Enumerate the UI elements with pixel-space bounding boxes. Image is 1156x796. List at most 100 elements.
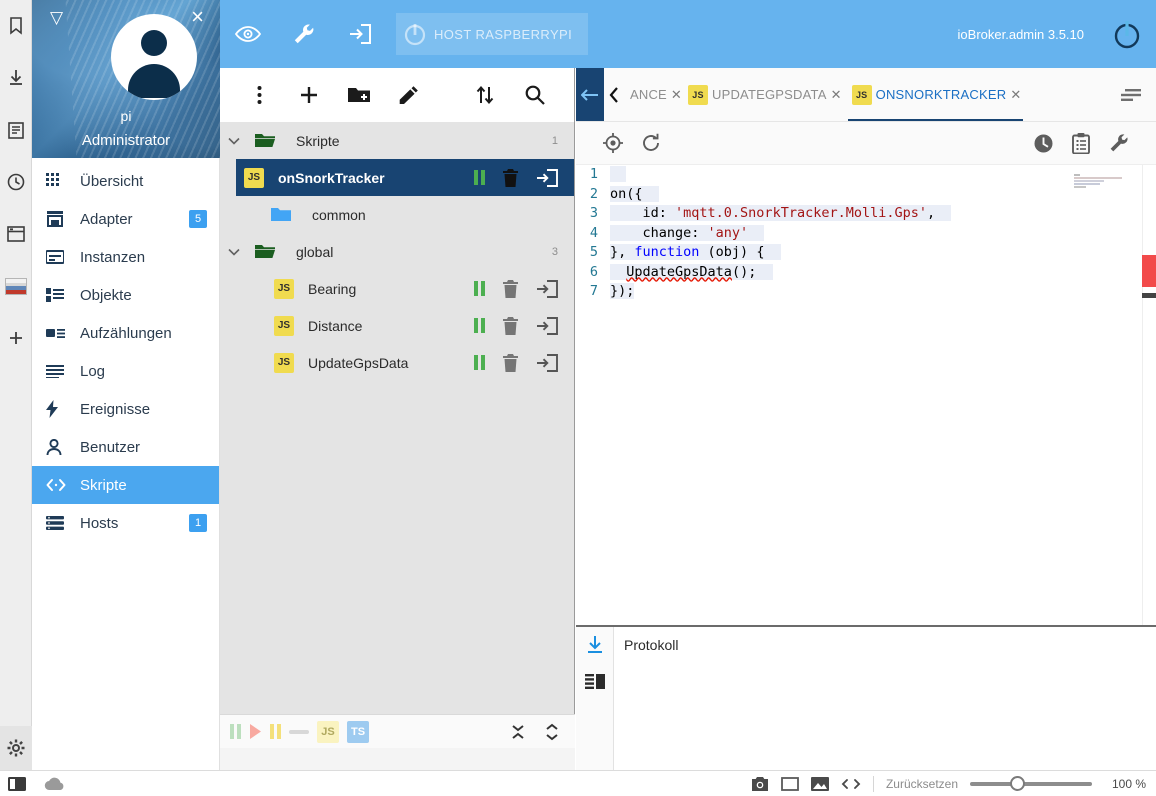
sidebar-item-log[interactable]: Log (32, 352, 219, 390)
more-vert-icon[interactable] (234, 68, 284, 122)
line-number: 2 (589, 185, 598, 202)
code-line: 7 }); (576, 282, 1156, 302)
history-icon[interactable] (0, 156, 32, 208)
expand-collapse-icon[interactable] (460, 68, 510, 122)
js-filter-chip[interactable]: JS (317, 720, 339, 743)
zoom-slider[interactable] (970, 776, 1092, 791)
tree-folder-common[interactable]: common (220, 196, 574, 233)
tree-row-onsnorktracker[interactable]: JS onSnorkTracker (236, 159, 574, 196)
tree-folder-global[interactable]: global 3 (220, 233, 574, 270)
tree-folder-count: 1 (551, 134, 558, 147)
add-icon[interactable] (0, 312, 32, 364)
source-code-icon[interactable] (841, 778, 861, 790)
line-number: 5 (589, 244, 598, 260)
play-icon[interactable] (249, 724, 262, 739)
reload-icon[interactable] (632, 122, 670, 164)
pause-icon[interactable] (270, 724, 281, 739)
pause-icon[interactable] (474, 355, 485, 370)
scrollbar-thumb[interactable] (1142, 293, 1156, 298)
wrench-icon[interactable] (276, 0, 332, 68)
tab-updategpsdata[interactable]: JS UPDATEGPSDATA ✕ (682, 68, 846, 121)
download-icon[interactable] (0, 52, 32, 104)
locate-target-icon[interactable] (594, 122, 632, 164)
logout-icon[interactable] (332, 0, 388, 68)
delete-icon[interactable] (503, 316, 518, 335)
image-icon[interactable] (810, 776, 829, 791)
tree-row-updategpsdata[interactable]: JS UpdateGpsData (220, 344, 574, 381)
eye-icon[interactable] (220, 0, 276, 68)
window-icon[interactable] (0, 208, 32, 260)
delete-icon[interactable] (503, 168, 518, 187)
power-icon[interactable] (1098, 0, 1156, 68)
tab-onsnorktracker[interactable]: JS ONSNORKTRACKER ✕ (846, 68, 1026, 121)
export-icon[interactable] (536, 168, 558, 187)
cloud-icon[interactable] (44, 777, 66, 791)
export-icon[interactable] (536, 279, 558, 298)
expand-all-icon[interactable] (539, 715, 565, 749)
pause-icon[interactable] (474, 170, 485, 185)
chevron-left-icon[interactable] (604, 68, 624, 121)
editor-scrollbar[interactable] (1142, 165, 1156, 629)
tab-distance[interactable]: ANCE ✕ (624, 68, 682, 121)
download-icon[interactable] (586, 635, 604, 660)
tree-script-label: onSnorkTracker (278, 169, 385, 186)
tree-row-bearing[interactable]: JS Bearing (220, 270, 574, 307)
profile-header: ▽ × pi Administrator (32, 0, 220, 158)
host-button[interactable]: HOST RASPBERRYPI (396, 13, 589, 55)
scripts-tree-panel: Skripte 1 JS onSnorkTracker common globa… (220, 68, 575, 770)
clock-icon[interactable] (1024, 122, 1062, 164)
tree-folder-label: global (296, 243, 334, 260)
tree-folder-label: Skripte (296, 132, 340, 149)
pause-icon[interactable] (474, 318, 485, 333)
tab-list-icon[interactable] (1106, 68, 1156, 121)
export-icon[interactable] (536, 316, 558, 335)
sidebar-item-label: Übersicht (80, 172, 144, 190)
sidebar-item-uebersicht[interactable]: Übersicht (32, 162, 219, 200)
close-icon[interactable]: ✕ (671, 87, 682, 103)
delete-icon[interactable] (503, 279, 518, 298)
close-icon[interactable]: ✕ (1010, 87, 1021, 103)
sidebar-item-aufzaehlungen[interactable]: Aufzählungen (32, 314, 219, 352)
export-icon[interactable] (536, 353, 558, 372)
reset-zoom-button[interactable]: Zurücksetzen (886, 777, 958, 791)
wrench-icon[interactable] (1100, 122, 1138, 164)
clipboard-icon[interactable] (1062, 122, 1100, 164)
chevron-down-icon[interactable] (220, 248, 248, 256)
debug-icon[interactable] (289, 727, 309, 737)
admin-sidebar: ▽ × pi Administrator Übersicht Adapter 5 (32, 0, 220, 770)
code-editor[interactable]: 1 2 on({ 3 id: 'mqtt.0.SnorkTracker.Moll… (576, 164, 1156, 629)
taskbar-icon[interactable] (8, 776, 26, 791)
tree-script-label: Bearing (308, 280, 357, 297)
chevron-down-icon[interactable] (220, 137, 248, 145)
code-content[interactable]: 1 2 on({ 3 id: 'mqtt.0.SnorkTracker.Moll… (576, 165, 1156, 302)
bookmark-icon[interactable] (0, 0, 32, 52)
pause-icon[interactable] (474, 281, 485, 296)
delete-icon[interactable] (503, 353, 518, 372)
reading-list-icon[interactable] (0, 104, 32, 156)
tree-folder-skripte[interactable]: Skripte 1 (220, 122, 574, 159)
camera-icon[interactable] (751, 776, 769, 791)
search-icon[interactable] (510, 68, 560, 122)
gear-icon[interactable] (0, 726, 32, 770)
sidebar-item-benutzer[interactable]: Benutzer (32, 428, 219, 466)
close-icon[interactable]: × (191, 6, 204, 28)
layout-toggle-icon[interactable] (584, 674, 605, 694)
sidebar-item-ereignisse[interactable]: Ereignisse (32, 390, 219, 428)
sidebar-item-hosts[interactable]: Hosts 1 (32, 504, 219, 542)
add-script-icon[interactable] (284, 68, 334, 122)
sidebar-item-skripte[interactable]: Skripte (32, 466, 219, 504)
sidebar-item-instanzen[interactable]: Instanzen (32, 238, 219, 276)
add-folder-icon[interactable] (334, 68, 384, 122)
tree-row-distance[interactable]: JS Distance (220, 307, 574, 344)
edit-pencil-icon[interactable] (384, 68, 434, 122)
sidebar-item-adapter[interactable]: Adapter 5 (32, 200, 219, 238)
pause-all-icon[interactable] (230, 724, 241, 739)
frame-icon[interactable] (781, 776, 799, 791)
editor-minimap[interactable] (1074, 173, 1134, 203)
ts-filter-chip[interactable]: TS (347, 720, 369, 743)
back-arrow-icon[interactable] (576, 68, 604, 121)
close-icon[interactable]: ✕ (831, 87, 842, 103)
collapse-all-icon[interactable] (505, 715, 531, 749)
sidebar-item-objekte[interactable]: Objekte (32, 276, 219, 314)
page-thumbnail[interactable] (0, 260, 32, 312)
